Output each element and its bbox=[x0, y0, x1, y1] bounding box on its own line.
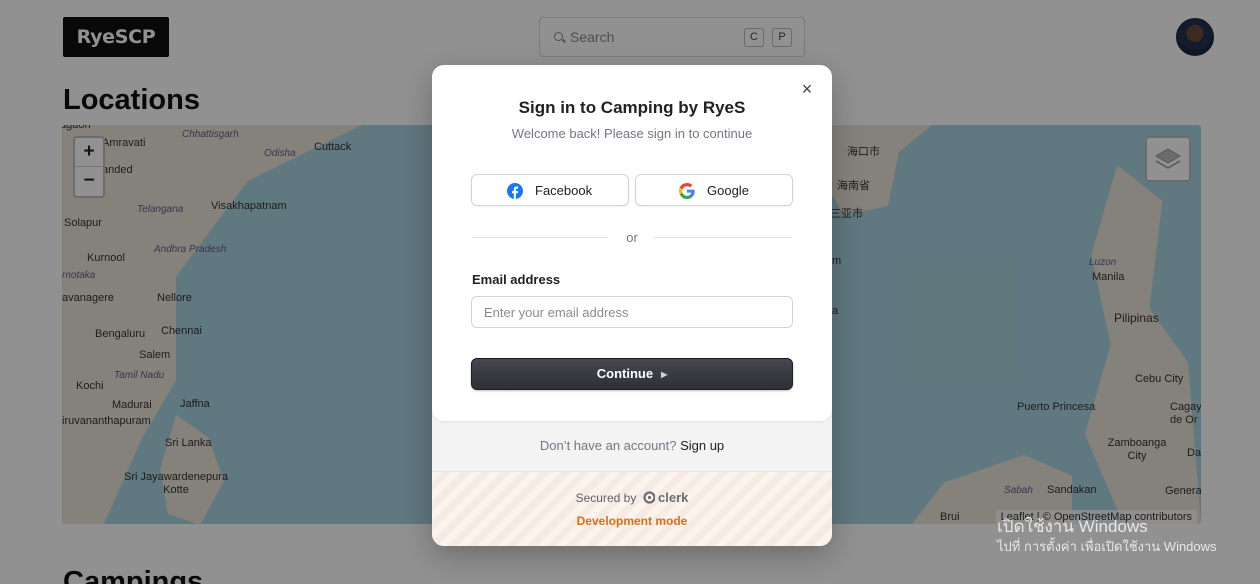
secured-by: Secured by clerk bbox=[432, 490, 832, 505]
divider-line bbox=[654, 237, 792, 238]
divider-or: or bbox=[626, 230, 638, 245]
secured-by-text: Secured by bbox=[575, 491, 637, 505]
signup-prompt: Don’t have an account? bbox=[539, 438, 677, 453]
continue-button[interactable]: Continue ▶ bbox=[471, 358, 793, 390]
development-mode-badge: Development mode bbox=[576, 514, 688, 528]
facebook-icon bbox=[507, 183, 523, 199]
modal-footer: Secured by clerk Development mode bbox=[432, 472, 832, 546]
modal-title: Sign in to Camping by RyeS bbox=[518, 98, 746, 117]
email-field[interactable] bbox=[471, 296, 793, 328]
modal-subtitle: Welcome back! Please sign in to continue bbox=[511, 126, 753, 141]
facebook-signin-button[interactable]: Facebook bbox=[471, 174, 629, 206]
divider-line bbox=[472, 237, 608, 238]
caret-right-icon: ▶ bbox=[661, 370, 668, 379]
google-icon bbox=[679, 183, 695, 199]
close-button[interactable]: × bbox=[799, 79, 815, 99]
email-label: Email address bbox=[472, 272, 561, 287]
google-label: Google bbox=[707, 183, 749, 198]
sign-in-card: × Sign in to Camping by RyeS Welcome bac… bbox=[432, 65, 832, 421]
continue-label: Continue bbox=[596, 366, 654, 381]
facebook-label: Facebook bbox=[535, 183, 593, 198]
signup-row: Don’t have an account? Sign up bbox=[432, 438, 832, 453]
windows-activation-subtitle: ไปที่ การตั้งค่า เพื่อเปิดใช้งาน Windows bbox=[997, 539, 1217, 554]
clerk-wordmark: clerk bbox=[658, 490, 689, 505]
clerk-logo-icon bbox=[643, 491, 656, 504]
google-signin-button[interactable]: Google bbox=[635, 174, 793, 206]
signup-link[interactable]: Sign up bbox=[680, 438, 724, 453]
sign-in-modal: × Sign in to Camping by RyeS Welcome bac… bbox=[432, 65, 832, 546]
